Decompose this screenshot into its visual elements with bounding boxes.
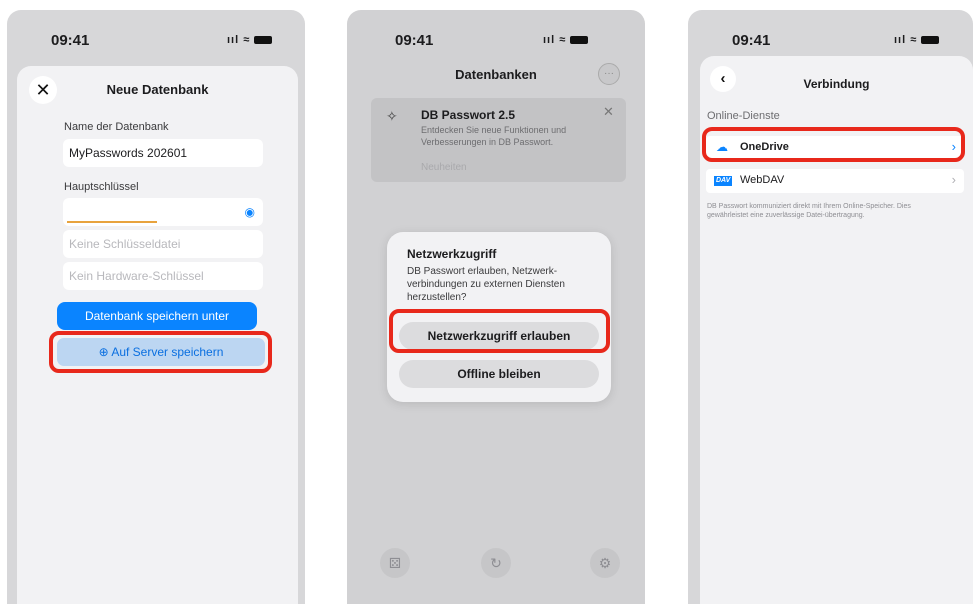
key-file-select[interactable]: Keine Schlüsseldatei — [63, 230, 263, 258]
highlight-save-server — [49, 331, 272, 373]
banner-title: DB Passwort 2.5 — [421, 108, 516, 122]
whats-new-banner: ✧ DB Passwort 2.5 Entdecken Sie neue Fun… — [371, 98, 626, 182]
status-icons: ııl ≈ — [543, 34, 589, 46]
phone-connection: 09:41 ııl ≈ ‹ Verbindung Online-Dienste … — [688, 10, 973, 604]
sync-button[interactable]: ↻ — [481, 548, 511, 578]
master-key-input[interactable]: ◉ — [63, 198, 263, 226]
status-time: 09:41 — [51, 32, 90, 49]
ellipsis-icon: ··· — [604, 68, 614, 79]
settings-button[interactable]: ⚙ — [590, 548, 620, 578]
phone-new-database: 09:41 ııl ≈ ✕ Neue Datenbank Name der Da… — [7, 10, 305, 604]
webdav-label: WebDAV — [740, 174, 785, 186]
eye-icon[interactable]: ◉ — [245, 198, 255, 226]
status-icons: ııl ≈ — [894, 34, 940, 46]
more-button[interactable]: ··· — [598, 63, 620, 85]
page-title: Neue Datenbank — [106, 82, 209, 97]
banner-close-button[interactable]: ✕ — [603, 104, 614, 120]
dice-icon: ⚄ — [388, 554, 402, 571]
close-icon: ✕ — [603, 104, 614, 119]
sparkle-icon: ✧ — [386, 108, 398, 124]
phone-databases: 09:41 ııl ≈ Datenbanken ··· ✧ DB Passwor… — [347, 10, 645, 604]
refresh-icon: ↻ — [490, 554, 502, 571]
master-key-label: Hauptschlüssel — [64, 181, 139, 193]
status-time: 09:41 — [732, 32, 771, 49]
db-name-label: Name der Datenbank — [64, 121, 169, 133]
footer-text: DB Passwort kommuniziert direkt mit Ihre… — [707, 203, 911, 219]
dice-button[interactable]: ⚄ — [380, 548, 410, 578]
db-name-input[interactable]: MyPasswords 202601 — [63, 139, 263, 167]
highlight-allow-network — [389, 309, 610, 353]
status-icons: ııl ≈ — [227, 34, 273, 46]
whats-new-link[interactable]: Neuheiten — [421, 162, 467, 173]
strength-bar — [67, 221, 157, 223]
section-label: Online-Dienste — [707, 110, 780, 122]
save-as-button[interactable]: Datenbank speichern unter — [57, 302, 257, 330]
banner-text: Entdecken Sie neue Funktionen und Verbes… — [421, 125, 567, 147]
webdav-row[interactable]: DAV WebDAV › — [706, 169, 964, 193]
dialog-text: DB Passwort erlauben, Netzwerk-verbindun… — [407, 266, 565, 303]
status-time: 09:41 — [395, 32, 434, 49]
chevron-right-icon: › — [951, 172, 956, 187]
offline-button[interactable]: Offline bleiben — [399, 360, 599, 388]
highlight-onedrive — [702, 127, 965, 162]
gear-icon: ⚙ — [598, 554, 612, 571]
page-title: Verbindung — [803, 77, 870, 91]
dialog-title: Netzwerkzugriff — [407, 247, 497, 261]
hardware-key-select[interactable]: Kein Hardware-Schlüssel — [63, 262, 263, 290]
webdav-icon: DAV — [714, 176, 733, 186]
